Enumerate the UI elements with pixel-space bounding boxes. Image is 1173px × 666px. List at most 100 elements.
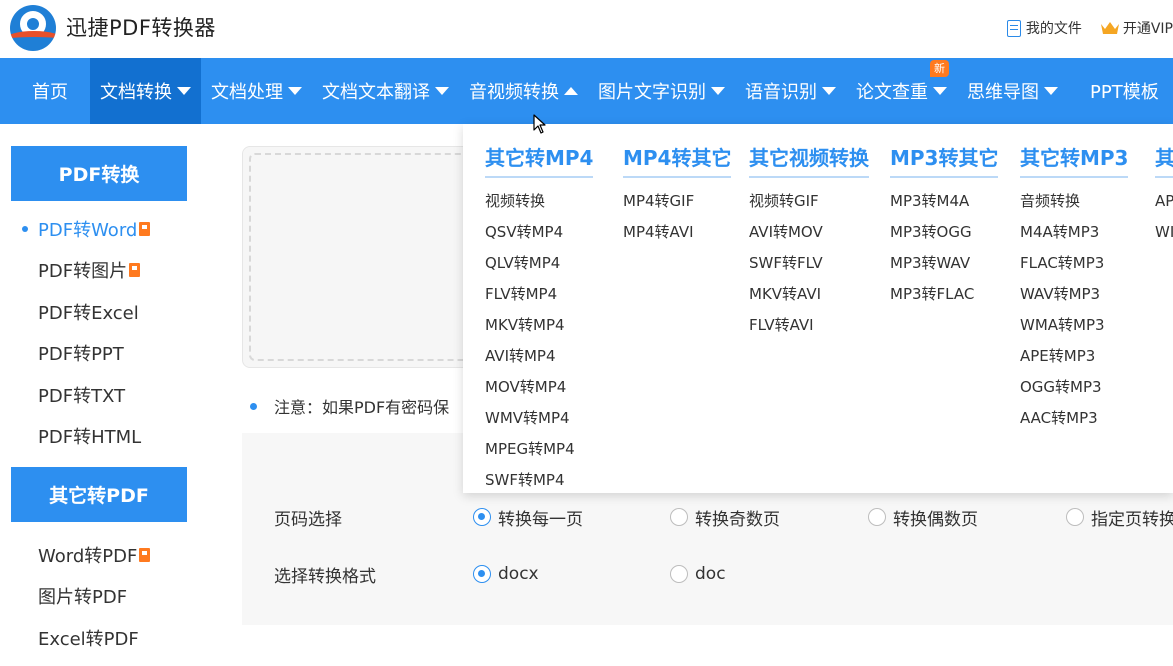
format-label: 选择转换格式 xyxy=(274,566,376,587)
radio-every-page[interactable]: 转换每一页 xyxy=(473,505,583,530)
dropdown-column-title[interactable]: MP3转其它 xyxy=(890,142,999,178)
dropdown-item[interactable]: WMV转MP4 xyxy=(485,403,593,434)
nav-home[interactable]: 首页 xyxy=(0,58,90,124)
dropdown-item[interactable]: SWF转MP4 xyxy=(485,465,593,496)
sidebar-item-pdf-to-image[interactable]: PDF转图片 xyxy=(11,250,187,292)
dropdown-item[interactable]: MP3转OGG xyxy=(890,217,998,248)
nav-doc-convert[interactable]: 文档转换 xyxy=(90,58,201,124)
nav-label: 音视频转换 xyxy=(469,82,559,103)
dropdown-item[interactable]: AVI转MOV xyxy=(749,217,869,248)
chevron-down-icon xyxy=(822,87,836,95)
dropdown-column-title[interactable]: MP4转其它 xyxy=(623,142,732,178)
radio-label: 转换奇数页 xyxy=(695,509,780,530)
dropdown-item[interactable]: MKV转AVI xyxy=(749,279,869,310)
nav-speech[interactable]: 语音识别 xyxy=(735,58,846,124)
vip-tag-icon xyxy=(139,221,151,236)
dropdown-item[interactable]: MP3转M4A xyxy=(890,186,998,217)
radio-circle xyxy=(670,508,688,526)
dropdown-item[interactable]: MP4转GIF xyxy=(623,186,731,217)
active-dot xyxy=(22,226,28,232)
chevron-down-icon xyxy=(711,87,725,95)
brand-title: 迅捷PDF转换器 xyxy=(66,16,216,40)
dropdown-item[interactable]: 视频转GIF xyxy=(749,186,869,217)
radio-even-pages[interactable]: 转换偶数页 xyxy=(868,505,978,530)
radio-custom-pages[interactable]: 指定页转换 xyxy=(1066,505,1173,530)
sidebar-section-title: PDF转换 xyxy=(11,146,187,201)
sidebar-item-pdf-to-txt[interactable]: PDF转TXT xyxy=(11,374,187,416)
dropdown-item[interactable]: FLV转AVI xyxy=(749,310,869,341)
nav-av-convert[interactable]: 音视频转换 xyxy=(459,58,588,124)
chevron-down-icon xyxy=(1044,87,1058,95)
sidebar-item-pdf-to-word[interactable]: PDF转Word xyxy=(11,208,187,250)
app-header: 迅捷PDF转换器 我的文件 开通VIP xyxy=(0,0,1173,58)
dropdown-item[interactable]: WI xyxy=(1155,217,1173,248)
dropdown-column: 其它转MP4 视频转换 QSV转MP4 QLV转MP4 FLV转MP4 MKV转… xyxy=(485,142,594,496)
nav-label: 图片文字识别 xyxy=(598,82,706,103)
radio-docx[interactable]: docx xyxy=(473,564,539,584)
dropdown-item[interactable]: WMA转MP3 xyxy=(1020,310,1128,341)
radio-doc[interactable]: doc xyxy=(670,564,726,584)
dropdown-column-title[interactable]: 其它视频转换 xyxy=(749,142,869,178)
sidebar-item-pdf-to-excel[interactable]: PDF转Excel xyxy=(11,291,187,333)
my-files-link[interactable]: 我的文件 xyxy=(1006,18,1082,38)
nav-mindmap[interactable]: 思维导图 xyxy=(957,58,1068,124)
password-note: 注意：如果PDF有密码保 xyxy=(250,394,449,418)
nav-ppt[interactable]: PPT模板 xyxy=(1068,58,1169,124)
chevron-up-icon xyxy=(564,87,578,95)
sidebar-item-label: PDF转PPT xyxy=(38,344,124,366)
crown-icon xyxy=(1100,22,1119,34)
nav-ocr[interactable]: 图片文字识别 xyxy=(588,58,735,124)
main-nav: 首页 文档转换 文档处理 文档文本翻译 音视频转换 图片文字识别 语音识别 论文… xyxy=(0,58,1173,124)
sidebar-item-excel-to-pdf[interactable]: Excel转PDF xyxy=(11,617,187,659)
dropdown-column-title[interactable]: 其 xyxy=(1155,142,1173,178)
dropdown-item[interactable]: OGG转MP3 xyxy=(1020,372,1128,403)
radio-circle xyxy=(473,508,491,526)
dropdown-item[interactable]: MOV转MP4 xyxy=(485,372,593,403)
dropdown-item[interactable]: M4A转MP3 xyxy=(1020,217,1128,248)
radio-odd-pages[interactable]: 转换奇数页 xyxy=(670,505,780,530)
sidebar-item-pdf-to-html[interactable]: PDF转HTML xyxy=(11,416,187,458)
dropdown-item[interactable]: MKV转MP4 xyxy=(485,310,593,341)
dropdown-item[interactable]: APE转MP3 xyxy=(1020,341,1128,372)
sidebar-item-pdf-to-ppt[interactable]: PDF转PPT xyxy=(11,333,187,375)
sidebar-item-image-to-pdf[interactable]: 图片转PDF xyxy=(11,576,187,618)
radio-circle xyxy=(670,565,688,583)
dropdown-item[interactable]: QLV转MP4 xyxy=(485,248,593,279)
dropdown-item[interactable]: MP3转FLAC xyxy=(890,279,998,310)
vip-link[interactable]: 开通VIP xyxy=(1100,18,1173,38)
nav-label: PPT模板 xyxy=(1090,82,1159,103)
dropdown-item[interactable]: AAC转MP3 xyxy=(1020,403,1128,434)
dropdown-item[interactable]: QSV转MP4 xyxy=(485,217,593,248)
nav-doc-translate[interactable]: 文档文本翻译 xyxy=(312,58,459,124)
dropdown-item[interactable]: WAV转MP3 xyxy=(1020,279,1128,310)
nav-doc-process[interactable]: 文档处理 xyxy=(201,58,312,124)
nav-label: 论文查重 xyxy=(856,82,928,103)
nav-label: 文档处理 xyxy=(211,82,283,103)
dropdown-item[interactable]: FLAC转MP3 xyxy=(1020,248,1128,279)
dropdown-column: 其它转MP3 音频转换 M4A转MP3 FLAC转MP3 WAV转MP3 WMA… xyxy=(1020,142,1129,434)
upload-dropzone[interactable] xyxy=(242,146,482,368)
dropdown-item[interactable]: 音频转换 xyxy=(1020,186,1128,217)
dropdown-item[interactable]: MP4转AVI xyxy=(623,217,731,248)
dropdown-item[interactable]: AVI转MP4 xyxy=(485,341,593,372)
dropdown-item[interactable]: FLV转MP4 xyxy=(485,279,593,310)
nav-label: 文档文本翻译 xyxy=(322,82,430,103)
logo[interactable] xyxy=(10,5,56,51)
bullet-dot xyxy=(250,402,257,410)
dropdown-item[interactable]: MP3转WAV xyxy=(890,248,998,279)
chevron-down-icon xyxy=(933,87,947,95)
vip-tag-icon xyxy=(139,547,151,562)
sidebar-list: PDF转Word PDF转图片 PDF转Excel PDF转PPT PDF转TX… xyxy=(11,201,187,464)
sidebar-item-label: PDF转TXT xyxy=(38,385,126,407)
dropdown-item[interactable]: MPEG转MP4 xyxy=(485,434,593,465)
nav-plagiarism[interactable]: 论文查重新 xyxy=(846,58,957,124)
dropdown-item[interactable]: 视频转换 xyxy=(485,186,593,217)
dropdown-column: 其它视频转换 视频转GIF AVI转MOV SWF转FLV MKV转AVI FL… xyxy=(749,142,869,341)
chevron-down-icon xyxy=(288,87,302,95)
dropdown-column-title[interactable]: 其它转MP4 xyxy=(485,142,594,178)
dropdown-column-title[interactable]: 其它转MP3 xyxy=(1020,142,1129,178)
dropdown-item[interactable]: AP xyxy=(1155,186,1173,217)
dropdown-item[interactable]: SWF转FLV xyxy=(749,248,869,279)
header-actions: 我的文件 开通VIP xyxy=(989,18,1173,38)
sidebar-item-word-to-pdf[interactable]: Word转PDF xyxy=(11,534,187,576)
